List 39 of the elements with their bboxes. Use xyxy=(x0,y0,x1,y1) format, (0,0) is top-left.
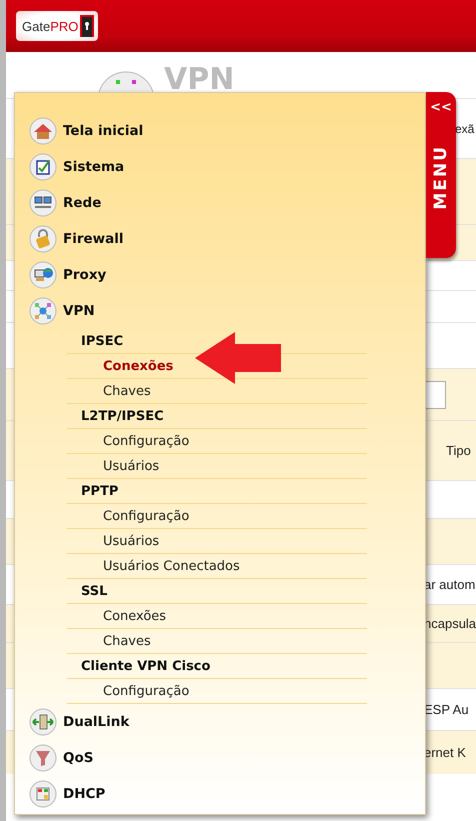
column-header: Tipo xyxy=(446,443,471,458)
menu-item[interactable]: Tela inicial xyxy=(15,113,425,149)
submenu-item[interactable]: Usuários xyxy=(67,454,367,479)
submenu-item[interactable]: Chaves xyxy=(67,379,367,404)
form-label: ncapsula xyxy=(424,616,476,631)
submenu-item[interactable]: Chaves xyxy=(67,629,367,654)
menu-item[interactable]: DHCP xyxy=(15,776,425,812)
page-title: VPN xyxy=(164,62,234,98)
menu-item[interactable]: Proxy xyxy=(15,257,425,293)
menu-item[interactable]: Firewall xyxy=(15,221,425,257)
funnel-icon xyxy=(29,744,57,772)
menu-item[interactable]: VPN xyxy=(15,293,425,329)
arrows-icon xyxy=(29,708,57,736)
menu-label: MENU xyxy=(431,145,451,210)
menu-item[interactable]: Sistema xyxy=(15,149,425,185)
menu-group[interactable]: Cliente VPN Cisco xyxy=(67,654,367,679)
submenu-item[interactable]: Conexões xyxy=(67,604,367,629)
submenu-item[interactable]: Configuração xyxy=(67,504,367,529)
submenu-item[interactable]: Configuração xyxy=(67,679,367,704)
menu-tab[interactable]: << MENU xyxy=(426,92,456,258)
menu-group[interactable]: L2TP/IPSEC xyxy=(67,404,367,429)
globe-icon xyxy=(29,261,57,289)
submenu-item[interactable]: Usuários Conectados xyxy=(67,554,367,579)
submenu-item[interactable]: Configuração xyxy=(67,429,367,454)
submenu-item[interactable]: Usuários xyxy=(67,529,367,554)
menu-group[interactable]: SSL xyxy=(67,579,367,604)
collapse-button[interactable]: << xyxy=(430,100,452,115)
menu-item[interactable]: DualLink xyxy=(15,704,425,740)
grid-icon xyxy=(29,780,57,808)
nodes-icon xyxy=(29,297,57,325)
menu-item[interactable]: QoS xyxy=(15,740,425,776)
lock-icon xyxy=(29,225,57,253)
menu-item[interactable]: Rede xyxy=(15,185,425,221)
house-icon xyxy=(29,117,57,145)
network-icon xyxy=(29,189,57,217)
checklist-icon xyxy=(29,153,57,181)
form-label: exã xyxy=(455,122,474,136)
logo: GatePRO xyxy=(16,11,98,41)
menu-group[interactable]: PPTP xyxy=(67,479,367,504)
